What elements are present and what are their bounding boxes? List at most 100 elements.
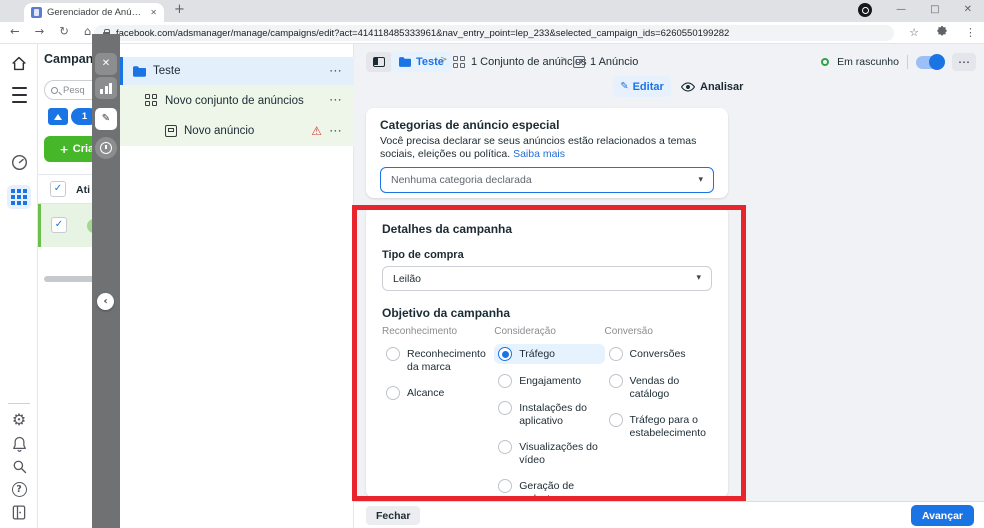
ad-frame-icon (573, 56, 585, 68)
screen: Gerenciador de Anúncios - Gere ✕ + — □ ✕… (0, 0, 984, 528)
menu-icon[interactable] (0, 84, 38, 105)
tree-item-campaign[interactable]: Teste ⋯ (120, 57, 354, 85)
objective-column-consideration: Consideração Tráfego Engajamento Instala… (494, 326, 605, 528)
ads-reporting-icon[interactable] (0, 154, 38, 171)
breadcrumb-ad[interactable]: 1 Anúncio (573, 52, 638, 72)
notifications-bell-icon[interactable] (0, 436, 38, 452)
special-categories-description: Você precisa declarar se seus anúncios e… (380, 135, 697, 160)
radio-icon[interactable] (608, 347, 623, 361)
objective-title: Objetivo da campanha (382, 306, 511, 320)
help-icon[interactable]: ? (0, 482, 38, 497)
close-edit-pane-button[interactable]: ✕ (95, 53, 117, 75)
row-checkbox[interactable]: ✓ (51, 217, 67, 233)
ad-frame-icon (165, 125, 177, 137)
objective-option[interactable]: Engajamento (494, 371, 604, 391)
radio-icon[interactable] (386, 347, 400, 361)
objective-option[interactable]: Vendas do catálogo (605, 371, 712, 403)
window-close-button[interactable]: ✕ (964, 5, 972, 15)
home-button[interactable]: ⌂ (84, 25, 91, 38)
objective-option[interactable]: Alcance (382, 383, 494, 403)
forward-button[interactable]: → (35, 25, 45, 38)
review-tab-button[interactable]: Analisar (681, 76, 743, 97)
campaign-details-title: Detalhes da campanha (382, 222, 513, 236)
browser-tab[interactable]: Gerenciador de Anúncios - Gere ✕ (24, 3, 164, 22)
campaign-active-toggle[interactable] (916, 54, 945, 70)
objective-option[interactable]: Visualizações do vídeo (494, 437, 604, 469)
browser-menu-icon[interactable]: ⋮ (965, 27, 976, 38)
objective-column-awareness: Reconhecimento Reconhecimento da marca A… (382, 326, 494, 528)
tree-adset-label: Novo conjunto de anúncios (165, 94, 304, 107)
special-category-dropdown[interactable]: Nenhuma categoria declarada ▾ (380, 167, 714, 193)
radio-icon[interactable] (498, 479, 513, 493)
tree-item-adset[interactable]: Novo conjunto de anúncios ⋯ (120, 85, 354, 116)
tree-campaign-label: Teste (153, 65, 181, 77)
radio-icon[interactable] (498, 440, 513, 454)
divider (907, 55, 908, 69)
settings-gear-icon[interactable]: ⚙ (0, 412, 38, 428)
history-button[interactable] (95, 137, 117, 159)
objective-column-conversion: Conversão Conversões Vendas do catálogo … (605, 326, 712, 528)
close-button[interactable]: Fechar (366, 506, 421, 525)
nav-rail: ⚙ ? (0, 44, 38, 528)
pencil-icon: ✎ (620, 80, 629, 92)
objective-option[interactable]: Conversões (605, 344, 712, 364)
editor-footer: Fechar Avançar (354, 501, 984, 528)
objective-option-selected[interactable]: Tráfego (494, 344, 605, 364)
radio-checked-icon[interactable] (498, 347, 513, 361)
row-options-icon[interactable]: ⋯ (329, 125, 342, 138)
browser-tabstrip: Gerenciador de Anúncios - Gere ✕ + — □ ✕ (0, 0, 984, 22)
learn-more-link[interactable]: Saiba mais (513, 148, 565, 160)
search-icon (51, 86, 58, 94)
extensions-icon[interactable] (936, 26, 948, 38)
collapse-panel-icon[interactable] (0, 505, 38, 520)
radio-icon[interactable] (498, 401, 513, 415)
window-minimize-button[interactable]: — (896, 5, 906, 15)
objective-option[interactable]: Reconhecimento da marca (382, 344, 494, 376)
radio-icon[interactable] (386, 386, 400, 400)
bar-chart-icon (100, 82, 112, 94)
plus-icon: + (59, 142, 69, 156)
collapse-pane-button[interactable]: ‹ (97, 293, 114, 310)
objective-option[interactable]: Instalações do aplicativo (494, 398, 604, 430)
collapse-breadcrumb-button[interactable] (366, 52, 392, 72)
tree-item-ad[interactable]: Novo anúncio ⚠ ⋯ (120, 116, 354, 146)
row-options-icon[interactable]: ⋯ (329, 65, 342, 78)
folder-filter-icon[interactable] (48, 108, 68, 125)
caret-down-icon: ▾ (698, 174, 703, 185)
tab-favicon (31, 7, 42, 18)
home-icon[interactable] (0, 56, 38, 71)
main-editor: Teste > 1 Conjunto de anúncios > 1 Anúnc… (352, 44, 984, 528)
campaigns-grid-icon[interactable] (7, 185, 31, 209)
tab-title: Gerenciador de Anúncios - Gere (47, 7, 145, 18)
search-icon[interactable] (0, 459, 38, 474)
draft-status-label: Em rascunho (837, 56, 899, 68)
edit-tab-button[interactable]: ✎ Editar (613, 76, 671, 97)
browser-toolbar: ← → ↻ ⌂ facebook.com/adsmanager/manage/c… (0, 22, 984, 44)
special-categories-card: Categorias de anúncio especial Você prec… (366, 108, 728, 198)
search-placeholder: Pesq (63, 84, 85, 96)
next-button[interactable]: Avançar (910, 505, 974, 526)
url-text: facebook.com/adsmanager/manage/campaigns… (116, 27, 730, 39)
new-tab-button[interactable]: + (174, 3, 185, 16)
radio-icon[interactable] (498, 374, 513, 388)
select-all-checkbox[interactable]: ✓ (50, 181, 66, 197)
reload-button[interactable]: ↻ (59, 25, 69, 38)
clock-icon (100, 142, 112, 154)
radio-icon[interactable] (608, 374, 623, 388)
tree-ad-label: Novo anúncio (184, 125, 255, 137)
radio-icon[interactable] (608, 413, 623, 427)
tab-close-icon[interactable]: ✕ (150, 8, 157, 17)
media-control-icon[interactable] (858, 3, 873, 17)
warning-icon: ⚠ (311, 124, 322, 138)
objective-option[interactable]: Tráfego para o estabelecimento (605, 410, 712, 442)
window-maximize-button[interactable]: □ (930, 5, 939, 15)
back-button[interactable]: ← (10, 25, 20, 38)
row-options-icon[interactable]: ⋯ (329, 94, 342, 107)
address-bar[interactable]: facebook.com/adsmanager/manage/campaigns… (94, 25, 894, 41)
bookmark-star-icon[interactable]: ☆ (909, 27, 919, 38)
charts-button[interactable] (95, 77, 117, 99)
edit-pencil-button[interactable]: ✎ (95, 108, 117, 130)
more-options-button[interactable]: ⋯ (952, 53, 976, 71)
buy-type-dropdown[interactable]: Leilão ▾ (382, 266, 712, 291)
campaign-tree-panel: Teste ⋯ Novo conjunto de anúncios ⋯ Novo… (120, 44, 354, 528)
